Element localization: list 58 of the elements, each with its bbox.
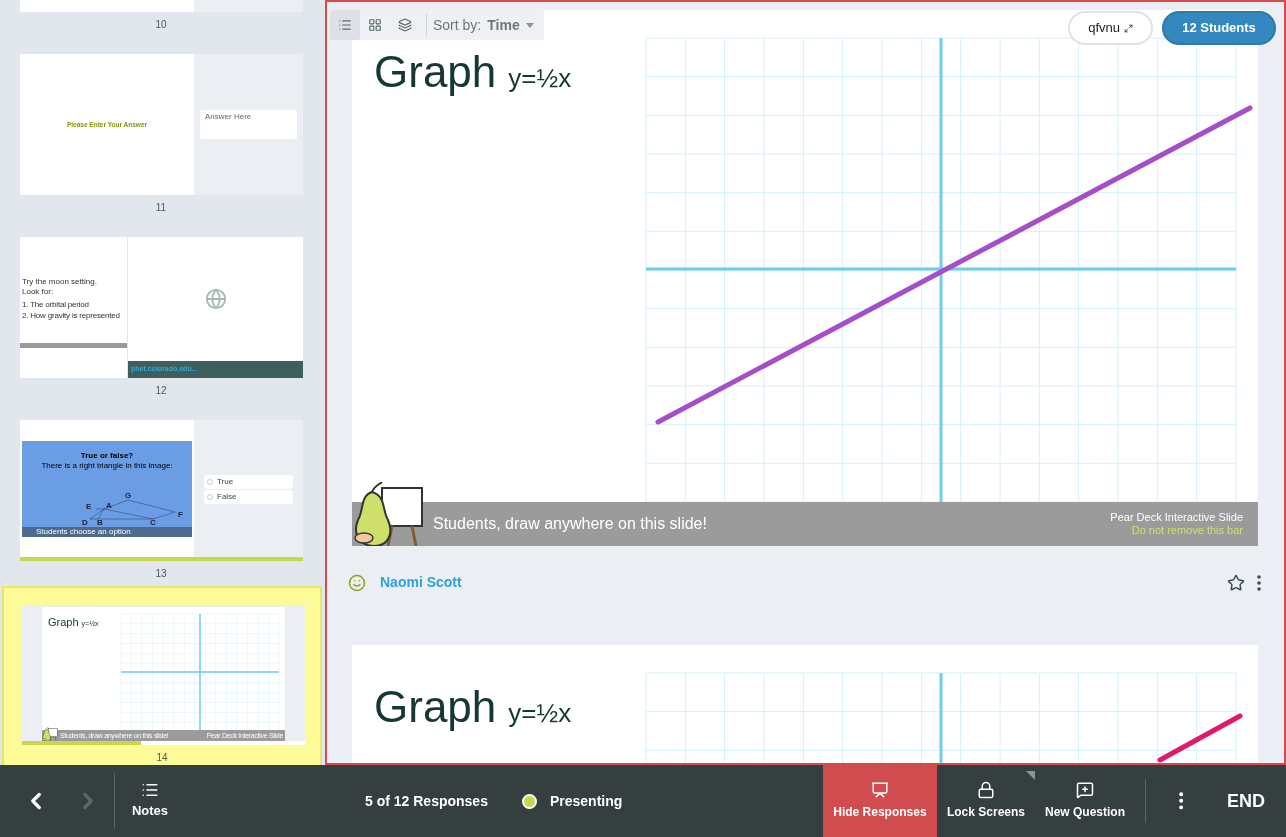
pear-easel-drawing bbox=[42, 726, 59, 741]
more-icon bbox=[1257, 574, 1261, 591]
smiley-icon bbox=[348, 573, 366, 592]
point-label: C bbox=[150, 518, 156, 527]
more-icon bbox=[1178, 792, 1184, 810]
slide-number: 14 bbox=[156, 751, 168, 765]
formula-text: y=½x bbox=[508, 700, 572, 726]
point-label: F bbox=[178, 510, 183, 519]
easel-icon bbox=[870, 781, 889, 799]
point-label: D bbox=[82, 518, 88, 527]
answer-field: Answer Here bbox=[200, 110, 297, 139]
sort-dropdown[interactable]: Sort by: Time bbox=[433, 14, 534, 36]
responses-count: 5 of 12 Responses bbox=[365, 791, 488, 811]
slide-number: 12 bbox=[155, 384, 167, 398]
star-icon[interactable] bbox=[1227, 573, 1245, 592]
list-view-icon bbox=[338, 18, 352, 32]
corner-marker-icon bbox=[1026, 771, 1035, 780]
action-button[interactable]: Lock Screens bbox=[936, 765, 1035, 837]
notes-button[interactable]: Notes bbox=[115, 781, 185, 821]
grid-view-icon bbox=[368, 18, 382, 32]
padlock-icon bbox=[976, 781, 995, 799]
point-label: A bbox=[106, 501, 112, 510]
slide-number: 13 bbox=[155, 567, 167, 581]
session-code-button[interactable]: qfvnu bbox=[1068, 11, 1153, 45]
badge-note: Do not remove this bar bbox=[1131, 524, 1243, 537]
slide-thumbnail[interactable] bbox=[20, 0, 303, 12]
globe-icon bbox=[204, 288, 227, 310]
formula-text: y=½x bbox=[508, 65, 572, 91]
action-button[interactable]: Hide Responses bbox=[822, 765, 937, 837]
question-text: There is a right triangle in this image: bbox=[41, 461, 173, 471]
point-label: B bbox=[97, 518, 103, 527]
option-item: False bbox=[204, 490, 293, 504]
point-label: E bbox=[86, 502, 92, 511]
end-button[interactable]: END bbox=[1216, 787, 1276, 815]
badge-text: Pear Deck Interactive Slide bbox=[1110, 511, 1243, 524]
slide-text: 1. The orbital period bbox=[22, 299, 90, 310]
option-item: True bbox=[204, 475, 293, 489]
slide-thumbnail[interactable]: True or false? There is a right triangle in this image: G E A F D B C Students choose an option True False bbox=[20, 420, 303, 561]
slide-text: 2. How gravity is represented bbox=[22, 310, 121, 321]
instruction-text: Students, draw anywhere on this slide! bbox=[433, 514, 707, 534]
question-title: True or false? bbox=[80, 451, 134, 461]
slide-number: 11 bbox=[155, 201, 167, 215]
slide-title: Graph bbox=[48, 617, 79, 628]
view-tab[interactable] bbox=[330, 10, 360, 40]
point-label: G bbox=[125, 491, 132, 500]
status-text: Presenting bbox=[549, 791, 623, 811]
slide-number: 10 bbox=[155, 18, 167, 32]
slide-title: Graph bbox=[374, 50, 497, 94]
message-plus-icon bbox=[1076, 781, 1094, 799]
caret-icon bbox=[525, 22, 534, 28]
slide-text: Try the moon setting. bbox=[22, 277, 98, 287]
slide-text: Look for: bbox=[22, 287, 55, 297]
students-button[interactable]: 12 Students bbox=[1162, 11, 1276, 45]
action-button[interactable]: New Question bbox=[1035, 765, 1135, 837]
expand-icon bbox=[1124, 23, 1133, 33]
slide-title: Graph bbox=[374, 685, 497, 729]
layers-view-icon bbox=[398, 18, 412, 32]
footer-text: Students choose an option bbox=[36, 528, 131, 536]
